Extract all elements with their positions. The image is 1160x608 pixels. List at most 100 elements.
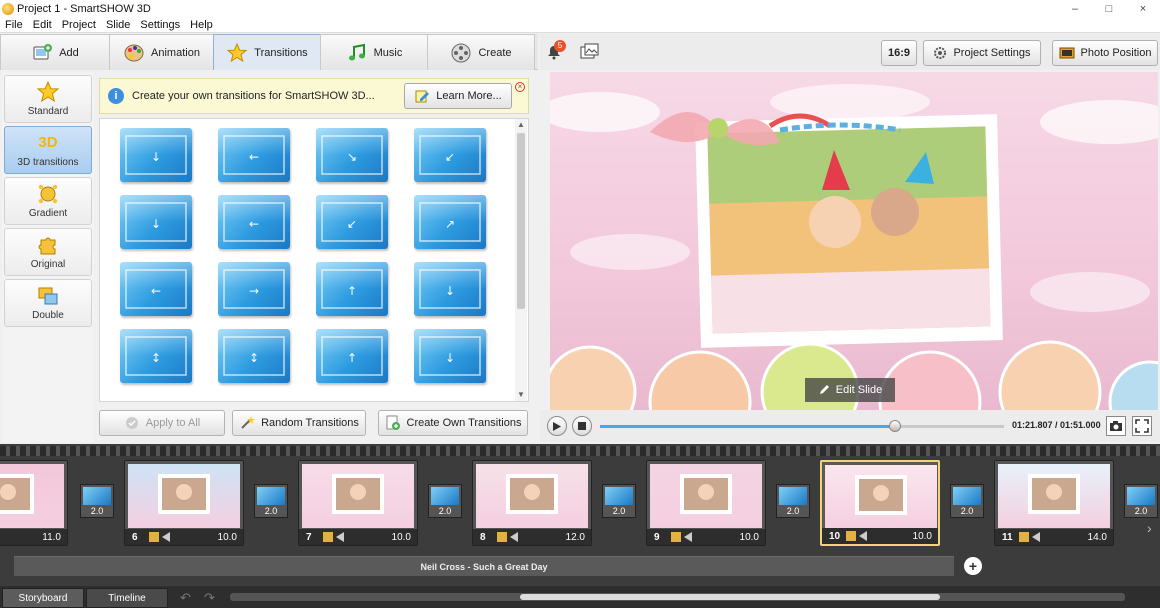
menu-settings[interactable]: Settings [135, 19, 185, 31]
transition-thumbnail[interactable]: ↓ [414, 262, 486, 316]
storyboard-transition[interactable]: 2.0 [950, 484, 984, 518]
redo-icon[interactable]: ↷ [204, 590, 215, 606]
tab-transitions[interactable]: Transitions [213, 34, 321, 70]
slide-info-bar: 9 10.0 [647, 529, 765, 545]
storyboard-scroll-thumb[interactable] [520, 594, 940, 600]
edit-icon[interactable] [149, 532, 159, 542]
storyboard-transition[interactable]: 2.0 [602, 484, 636, 518]
edit-icon[interactable] [1019, 532, 1029, 542]
category-double[interactable]: Double [4, 279, 92, 327]
menu-edit[interactable]: Edit [28, 19, 57, 31]
transition-thumbnail[interactable]: ← [120, 262, 192, 316]
transitions-scrollbar[interactable]: ▲ ▼ [515, 119, 527, 401]
storyboard-slide[interactable]: 7 10.0 [298, 460, 418, 546]
app-icon [2, 2, 14, 15]
transition-thumbnail[interactable]: ↓ [120, 195, 192, 249]
slide-preview[interactable]: Edit Slide [550, 72, 1158, 410]
music-track[interactable]: Neil Cross - Such a Great Day [14, 556, 954, 576]
tab-music[interactable]: Music [320, 34, 428, 70]
learn-more-button[interactable]: Learn More... [404, 83, 512, 109]
close-icon[interactable]: × [515, 82, 525, 92]
edit-icon[interactable] [497, 532, 507, 542]
play-button[interactable] [547, 416, 567, 436]
menu-help[interactable]: Help [185, 19, 218, 31]
playback-track[interactable] [600, 425, 1004, 428]
storyboard-slide[interactable]: 9 10.0 [646, 460, 766, 546]
sound-icon[interactable] [1032, 532, 1040, 542]
transition-thumbnail[interactable]: ↙ [414, 128, 486, 182]
transition-thumbnail[interactable]: ↑ [316, 329, 388, 383]
storyboard-slide[interactable]: 8 12.0 [472, 460, 592, 546]
storyboard-transition[interactable]: 2.0 [254, 484, 288, 518]
storyboard-slide[interactable]: 6 10.0 [124, 460, 244, 546]
storyboard-slide[interactable]: 11.0 [0, 460, 68, 546]
svg-text:←: ← [249, 150, 259, 164]
sound-icon[interactable] [510, 532, 518, 542]
tab-storyboard[interactable]: Storyboard [2, 588, 84, 608]
transition-thumbnail[interactable]: ↙ [316, 195, 388, 249]
music-note-icon [348, 43, 365, 60]
transition-thumbnail[interactable]: ↗ [414, 195, 486, 249]
tab-animation[interactable]: Animation [109, 34, 214, 70]
minimize-button[interactable]: – [1058, 0, 1092, 17]
undo-icon[interactable]: ↶ [180, 590, 191, 606]
stop-button[interactable] [572, 416, 592, 436]
slide-number: 11 [1002, 531, 1013, 543]
project-settings-button[interactable]: Project Settings [923, 40, 1041, 66]
storyboard-transition[interactable]: 2.0 [1124, 484, 1158, 518]
storyboard-transition[interactable]: 2.0 [776, 484, 810, 518]
storyboard-scrollbar[interactable] [230, 593, 1125, 601]
category-standard[interactable]: Standard [4, 75, 92, 123]
playback-knob[interactable] [888, 420, 901, 432]
edit-icon[interactable] [323, 532, 333, 542]
category-3d-transitions[interactable]: 3D 3D transitions [4, 126, 92, 174]
transition-thumbnail[interactable]: ↓ [120, 128, 192, 182]
fullscreen-button[interactable] [1132, 416, 1152, 436]
storyboard-slide[interactable]: 10 10.0 [820, 460, 940, 546]
transition-thumbnail[interactable]: ↘ [316, 128, 388, 182]
transitions-grid: ↓ ← ↘ ↙ ↓ ← ↙ ↗ ← → ↑ ↓ ↕ ↕ ↑ ↓ ▲ ▼ [99, 118, 529, 402]
edit-icon[interactable] [671, 532, 681, 542]
tab-add[interactable]: Add [0, 34, 110, 70]
edit-slide-button[interactable]: Edit Slide [805, 378, 895, 402]
snapshot-button[interactable] [1106, 416, 1126, 436]
transition-thumbnail[interactable]: ← [218, 195, 290, 249]
tab-create[interactable]: Create [427, 34, 535, 70]
create-own-transitions-button[interactable]: Create Own Transitions [378, 410, 528, 436]
tab-music-label: Music [373, 46, 403, 59]
close-button[interactable]: × [1126, 0, 1160, 17]
transition-thumbnail[interactable]: ↕ [120, 329, 192, 383]
menu-file[interactable]: File [0, 19, 28, 31]
scroll-up-icon[interactable]: ▲ [515, 119, 527, 131]
sound-icon[interactable] [859, 531, 867, 541]
apply-to-all-button[interactable]: Apply to All [99, 410, 225, 436]
transition-thumbnail[interactable]: ← [218, 128, 290, 182]
scroll-thumb[interactable] [517, 133, 525, 309]
sound-icon[interactable] [162, 532, 170, 542]
transition-thumbnail[interactable]: ↑ [316, 262, 388, 316]
add-music-button[interactable]: + [964, 557, 982, 575]
category-gradient[interactable]: Gradient [4, 177, 92, 225]
category-original[interactable]: Original [4, 228, 92, 276]
photos-icon[interactable] [580, 43, 600, 61]
transition-thumbnail[interactable]: ↕ [218, 329, 290, 383]
aspect-ratio-button[interactable]: 16:9 [881, 40, 917, 66]
scroll-right-icon[interactable]: › [1147, 520, 1157, 536]
storyboard-transition[interactable]: 2.0 [80, 484, 114, 518]
menu-slide[interactable]: Slide [101, 19, 135, 31]
transition-thumbnail[interactable]: ↓ [414, 329, 486, 383]
scroll-down-icon[interactable]: ▼ [515, 389, 527, 401]
sound-icon[interactable] [336, 532, 344, 542]
maximize-button[interactable]: □ [1092, 0, 1126, 17]
tab-timeline[interactable]: Timeline [86, 588, 168, 608]
slide-image [680, 474, 732, 514]
transition-thumbnail[interactable]: → [218, 262, 290, 316]
edit-icon[interactable] [846, 531, 856, 541]
apply-to-all-label: Apply to All [145, 417, 201, 429]
sound-icon[interactable] [684, 532, 692, 542]
photo-position-button[interactable]: Photo Position [1052, 40, 1158, 66]
menu-project[interactable]: Project [57, 19, 101, 31]
storyboard-transition[interactable]: 2.0 [428, 484, 462, 518]
storyboard-slide[interactable]: 11 14.0 [994, 460, 1114, 546]
random-transitions-button[interactable]: Random Transitions [232, 410, 366, 436]
